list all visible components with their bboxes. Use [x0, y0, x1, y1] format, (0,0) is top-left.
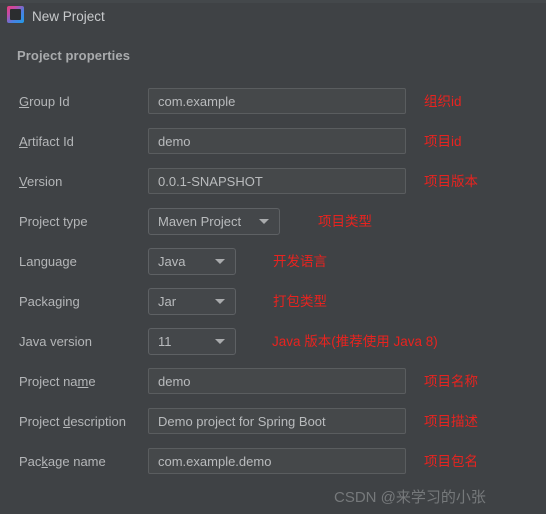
language-value: Java — [158, 254, 186, 269]
annotation-package-name: 项目包名 — [424, 454, 478, 469]
chevron-down-icon — [211, 249, 235, 274]
annotation-version: 项目版本 — [424, 174, 478, 189]
chevron-down-icon — [255, 209, 279, 234]
packaging-value: Jar — [158, 294, 177, 309]
label-rest: rtifact Id — [27, 134, 74, 149]
intellij-idea-icon: IJ — [7, 6, 24, 23]
form-row-group-id: Group Id 组织id — [0, 88, 546, 128]
label-pre: Project — [19, 414, 64, 429]
annotation-java-version: Java 版本(推荐使用 Java 8) — [272, 334, 438, 349]
group-id-input[interactable] — [148, 88, 406, 114]
java-version-value: 11 — [158, 334, 172, 349]
mnemonic-letter: A — [19, 134, 28, 149]
label-project-type: Project type — [19, 208, 88, 235]
project-description-input[interactable] — [148, 408, 406, 434]
form-row-package-name: Package name 项目包名 — [0, 448, 546, 488]
label-text: Project type — [19, 214, 88, 229]
project-properties-form: Group Id 组织id Artifact Id 项目id Version 项… — [0, 88, 546, 488]
chevron-down-icon — [211, 289, 235, 314]
label-artifact-id: Artifact Id — [19, 128, 74, 155]
label-group-id: Group Id — [19, 88, 70, 115]
label-project-name: Project name — [19, 368, 96, 395]
project-name-input[interactable] — [148, 368, 406, 394]
label-language: Language — [19, 248, 77, 275]
annotation-artifact-id: 项目id — [424, 134, 462, 149]
csdn-watermark: CSDN @来学习的小张 — [334, 489, 486, 506]
label-version: Version — [19, 168, 62, 195]
form-row-project-name: Project name 项目名称 — [0, 368, 546, 408]
form-row-artifact-id: Artifact Id 项目id — [0, 128, 546, 168]
label-packaging: Packaging — [19, 288, 80, 315]
form-row-project-description: Project description 项目描述 — [0, 408, 546, 448]
label-rest: escription — [70, 414, 126, 429]
packaging-dropdown[interactable]: Jar — [148, 288, 236, 315]
label-rest: ersion — [26, 174, 63, 189]
project-type-value: Maven Project — [158, 214, 242, 229]
section-header-project-properties: Project properties — [17, 48, 131, 63]
chevron-down-icon — [211, 329, 235, 354]
new-project-dialog: IJ New Project Project properties Group … — [0, 0, 546, 514]
version-input[interactable] — [148, 168, 406, 194]
annotation-project-name: 项目名称 — [424, 374, 478, 389]
annotation-packaging: 打包类型 — [273, 294, 327, 309]
mnemonic-letter: m — [77, 374, 89, 389]
annotation-language: 开发语言 — [273, 254, 327, 269]
label-pre: Pac — [19, 454, 42, 469]
artifact-id-input[interactable] — [148, 128, 406, 154]
form-row-language: Language Java 开发语言 — [0, 248, 546, 288]
label-java-version: Java version — [19, 328, 92, 355]
label-text: Language — [19, 254, 77, 269]
form-row-version: Version 项目版本 — [0, 168, 546, 208]
java-version-dropdown[interactable]: 11 — [148, 328, 236, 355]
package-name-input[interactable] — [148, 448, 406, 474]
label-pre: Project na — [19, 374, 78, 389]
mnemonic-letter: V — [19, 174, 27, 189]
label-text: Packaging — [19, 294, 80, 309]
label-rest: roup Id — [29, 94, 70, 109]
form-row-packaging: Packaging Jar 打包类型 — [0, 288, 546, 328]
label-project-description: Project description — [19, 408, 126, 435]
form-row-java-version: Java version 11 Java 版本(推荐使用 Java 8) — [0, 328, 546, 368]
annotation-project-type: 项目类型 — [318, 214, 372, 229]
dialog-title: New Project — [32, 9, 105, 24]
dialog-titlebar: IJ New Project — [0, 3, 546, 30]
label-package-name: Package name — [19, 448, 106, 475]
label-text: Java version — [19, 334, 92, 349]
label-rest: age name — [47, 454, 106, 469]
annotation-group-id: 组织id — [424, 94, 462, 109]
annotation-project-description: 项目描述 — [424, 414, 478, 429]
mnemonic-letter: G — [19, 94, 30, 109]
project-type-dropdown[interactable]: Maven Project — [148, 208, 280, 235]
intellij-idea-glyph: IJ — [13, 9, 19, 19]
language-dropdown[interactable]: Java — [148, 248, 236, 275]
label-rest: e — [88, 374, 96, 389]
form-row-project-type: Project type Maven Project 项目类型 — [0, 208, 546, 248]
